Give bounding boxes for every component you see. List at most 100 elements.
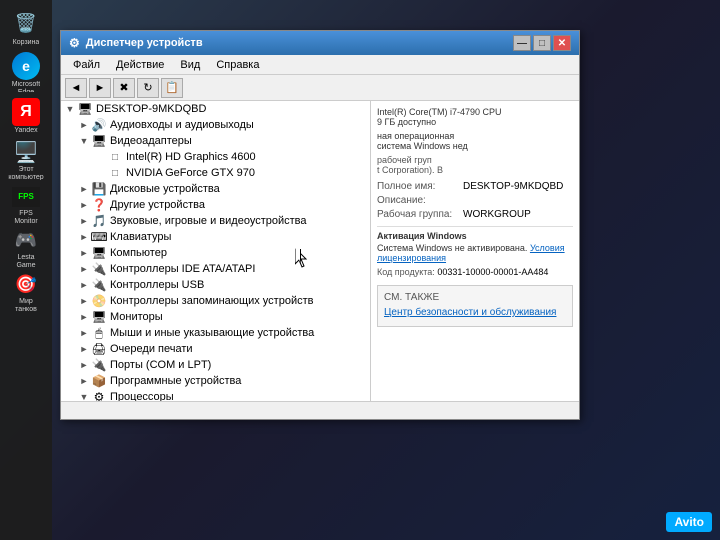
edge-label: MicrosoftEdge <box>12 81 40 92</box>
tree-item-software[interactable]: ► 📦 Программные устройства <box>61 373 370 389</box>
yandex-label: Yandex <box>14 127 37 135</box>
sidebar-item-computer[interactable]: 🖥️ Этоткомпьютер <box>6 140 46 180</box>
tree-item-monitors[interactable]: ► 🖥 Мониторы <box>61 309 370 325</box>
fullname-val: DESKTOP-9MKDQBD <box>463 181 563 192</box>
other-label: Другие устройства <box>110 199 205 211</box>
stop-button[interactable]: ✖ <box>113 78 135 98</box>
tree-item-storage[interactable]: ► 📀 Контроллеры запоминающих устройств <box>61 293 370 309</box>
nvidia-icon: □ <box>107 166 123 180</box>
usb-arrow: ► <box>77 278 91 292</box>
tree-item-usb[interactable]: ► 🔌 Контроллеры USB <box>61 277 370 293</box>
sidebar-item-tanks[interactable]: 🎯 Миртанков <box>6 272 46 312</box>
lesta-label: LestaGame <box>16 254 35 268</box>
maximize-button[interactable]: □ <box>533 35 551 51</box>
product-code-section: Код продукта: 00331-10000-00001-AA484 <box>377 267 573 277</box>
queues-label: Очереди печати <box>110 343 193 355</box>
audio-arrow: ► <box>77 118 91 132</box>
device-manager-window: ⚙ Диспетчер устройств — □ ✕ Файл Действи… <box>60 30 580 420</box>
storage-arrow: ► <box>77 294 91 308</box>
workgroup-val: WORKGROUP <box>463 209 531 220</box>
mice-arrow: ► <box>77 326 91 340</box>
window-controls: — □ ✕ <box>513 35 571 51</box>
avito-badge: Avito <box>666 512 712 532</box>
tree-item-keyboard[interactable]: ► ⌨ Клавиатуры <box>61 229 370 245</box>
tree-item-disk[interactable]: ► 💾 Дисковые устройства <box>61 181 370 197</box>
ports-arrow: ► <box>77 358 91 372</box>
sound-label: Звуковые, игровые и видеоустройства <box>110 215 307 227</box>
disk-arrow: ► <box>77 182 91 196</box>
intel-gpu-icon: □ <box>107 150 123 164</box>
see-also-link-security[interactable]: Центр безопасности и обслуживания <box>384 307 566 318</box>
ide-icon: 🔌 <box>91 262 107 276</box>
sidebar-item-lesta[interactable]: 🎮 LestaGame <box>6 228 46 268</box>
computer2-icon: 🖥 <box>91 246 107 260</box>
forward-button[interactable]: ► <box>89 78 111 98</box>
ide-label: Контроллеры IDE ATA/ATAPI <box>110 263 255 275</box>
tree-item-other[interactable]: ► ❓ Другие устройства <box>61 197 370 213</box>
product-code-value: 00331-10000-00001-AA484 <box>437 267 548 277</box>
cpu-info-text: Intel(R) Core(TM) i7-4790 CPU 9 ГБ досту… <box>377 107 573 127</box>
other-arrow: ► <box>77 198 91 212</box>
menu-help[interactable]: Справка <box>208 57 267 73</box>
back-button[interactable]: ◄ <box>65 78 87 98</box>
monitors-arrow: ► <box>77 310 91 324</box>
tree-item-intel-gpu[interactable]: ► □ Intel(R) HD Graphics 4600 <box>61 149 370 165</box>
tree-item-video[interactable]: ▼ 🖥 Видеоадаптеры <box>61 133 370 149</box>
tree-item-ports[interactable]: ► 🔌 Порты (COM и LPT) <box>61 357 370 373</box>
usb-label: Контроллеры USB <box>110 279 204 291</box>
ports-icon: 🔌 <box>91 358 107 372</box>
tree-root[interactable]: ▼ 🖥 DESKTOP-9MKDQBD <box>61 101 370 117</box>
fullname-key: Полное имя: <box>377 181 457 192</box>
tree-item-computer2[interactable]: ► 🖥 Компьютер <box>61 245 370 261</box>
processors-icon: ⚙ <box>91 390 107 401</box>
tree-item-mice[interactable]: ► 🖱 Мыши и иные указывающие устройства <box>61 325 370 341</box>
refresh-button[interactable]: ↻ <box>137 78 159 98</box>
nvidia-label: NVIDIA GeForce GTX 970 <box>126 167 255 179</box>
minimize-button[interactable]: — <box>513 35 531 51</box>
product-code-label: Код продукта: <box>377 267 435 277</box>
window-title: Диспетчер устройств <box>86 37 513 49</box>
tree-item-ide[interactable]: ► 🔌 Контроллеры IDE ATA/ATAPI <box>61 261 370 277</box>
computer-icon: 🖥️ <box>12 140 40 165</box>
menu-bar: Файл Действие Вид Справка <box>61 55 579 75</box>
activation-section: Активация Windows Система Windows не акт… <box>377 226 573 263</box>
sidebar-item-fps[interactable]: FPS FPSMonitor <box>6 184 46 224</box>
tree-item-queues[interactable]: ► 🖨 Очереди печати <box>61 341 370 357</box>
recycle-bin-label: Корзина <box>13 39 40 47</box>
see-also-box: СМ. ТАКЖЕ Центр безопасности и обслужива… <box>377 285 573 327</box>
device-tree[interactable]: ▼ 🖥 DESKTOP-9MKDQBD ► 🔊 Аудиовходы и ауд… <box>61 101 371 401</box>
tree-item-audio[interactable]: ► 🔊 Аудиовходы и аудиовыходы <box>61 117 370 133</box>
intel-gpu-label: Intel(R) HD Graphics 4600 <box>126 151 256 163</box>
monitors-label: Мониторы <box>110 311 163 323</box>
root-label: DESKTOP-9MKDQBD <box>96 103 206 115</box>
menu-action[interactable]: Действие <box>108 57 172 73</box>
yandex-icon: Я <box>12 98 40 126</box>
storage-icon: 📀 <box>91 294 107 308</box>
queues-arrow: ► <box>77 342 91 356</box>
properties-button[interactable]: 📋 <box>161 78 183 98</box>
sidebar-item-yandex[interactable]: Я Yandex <box>6 96 46 136</box>
tree-item-sound[interactable]: ► 🎵 Звуковые, игровые и видеоустройства <box>61 213 370 229</box>
edge-icon: e <box>12 52 40 80</box>
storage-label: Контроллеры запоминающих устройств <box>110 295 313 307</box>
os-info-text: ная операционная система Windows нед <box>377 131 573 151</box>
keyboard-label: Клавиатуры <box>110 231 171 243</box>
menu-view[interactable]: Вид <box>172 57 208 73</box>
sidebar-item-recycle-bin[interactable]: 🗑️ Корзина <box>6 8 46 48</box>
toolbar: ◄ ► ✖ ↻ 📋 <box>61 75 579 101</box>
software-icon: 📦 <box>91 374 107 388</box>
tree-item-processors[interactable]: ▼ ⚙ Процессоры <box>61 389 370 401</box>
tree-item-nvidia[interactable]: ► □ NVIDIA GeForce GTX 970 <box>61 165 370 181</box>
workgroup-row: Рабочая группа: WORKGROUP <box>377 209 573 220</box>
sidebar-item-edge[interactable]: e MicrosoftEdge <box>6 52 46 92</box>
audio-label: Аудиовходы и аудиовыходы <box>110 119 254 131</box>
video-label: Видеоадаптеры <box>110 135 192 147</box>
close-button[interactable]: ✕ <box>553 35 571 51</box>
title-bar: ⚙ Диспетчер устройств — □ ✕ <box>61 31 579 55</box>
audio-icon: 🔊 <box>91 118 107 132</box>
desc-row: Описание: <box>377 195 573 206</box>
content-area: ▼ 🖥 DESKTOP-9MKDQBD ► 🔊 Аудиовходы и ауд… <box>61 101 579 401</box>
menu-file[interactable]: Файл <box>65 57 108 73</box>
tanks-icon: 🎯 <box>12 272 40 297</box>
computer2-arrow: ► <box>77 246 91 260</box>
